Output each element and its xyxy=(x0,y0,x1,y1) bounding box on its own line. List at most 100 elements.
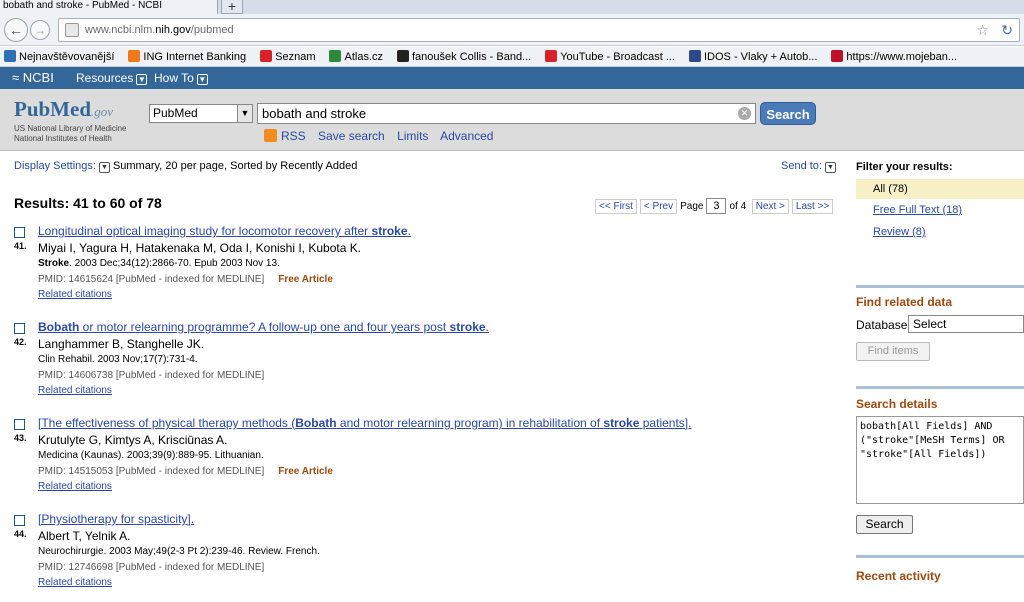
result-title-link[interactable]: [The effectiveness of physical therapy m… xyxy=(38,416,691,430)
result-number: 41. xyxy=(14,241,27,251)
database-label: Database: xyxy=(856,318,911,332)
result-checkbox[interactable] xyxy=(14,227,25,238)
prev-page-button[interactable]: < Prev xyxy=(639,199,678,214)
filter-review[interactable]: Review (8) xyxy=(873,226,926,238)
site-identity-icon[interactable] xyxy=(65,23,79,37)
page-number-input[interactable]: 3 xyxy=(706,198,727,214)
limits-link[interactable]: Limits xyxy=(397,129,428,143)
related-citations-link[interactable]: Related citations xyxy=(38,577,112,588)
related-citations-link[interactable]: Related citations xyxy=(38,289,112,300)
search-input[interactable]: bobath and stroke ✕ xyxy=(257,103,756,124)
bookmark-item[interactable]: IDOS - Vlaky + Autob... xyxy=(685,47,818,66)
advanced-link[interactable]: Advanced xyxy=(440,129,493,143)
back-button[interactable]: ← xyxy=(4,18,28,42)
divider xyxy=(856,386,1024,389)
search-details-textarea[interactable]: bobath[All Fields] AND ("stroke"[MeSH Te… xyxy=(856,416,1024,504)
reload-icon[interactable]: ↻ xyxy=(1001,22,1013,39)
result-item: 42. Bobath or motor relearning programme?… xyxy=(14,320,834,410)
result-checkbox[interactable] xyxy=(14,323,25,334)
result-citation: Clin Rehabil. 2003 Nov;17(7):731-4. xyxy=(38,354,198,365)
url-text[interactable]: www.ncbi.nlm.nih.gov/pubmed xyxy=(85,24,234,36)
result-title-link[interactable]: [Physiotherapy for spasticity]. xyxy=(38,512,194,526)
result-title-link[interactable]: Bobath or motor relearning programme? A … xyxy=(38,320,489,334)
result-title-part: [Physiotherapy for spasticity]. xyxy=(38,512,195,526)
result-title-part: stroke xyxy=(449,320,486,334)
chevron-down-icon: ▼ xyxy=(136,74,148,85)
rss-link[interactable]: RSS xyxy=(281,129,306,143)
new-tab-button[interactable]: + xyxy=(221,0,243,14)
send-to-link[interactable]: Send to: xyxy=(781,160,822,172)
forward-button[interactable]: → xyxy=(30,20,50,40)
bookmark-favicon-icon xyxy=(128,50,141,62)
result-pmid-text: PMID: 12746698 [PubMed - indexed for MED… xyxy=(38,562,265,573)
bookmark-item[interactable]: Nejnavštěvovanější xyxy=(0,47,115,66)
free-article-link[interactable]: Free Article xyxy=(278,274,333,285)
result-authors: Langhammer B, Stanghelle JK. xyxy=(38,337,205,351)
result-checkbox[interactable] xyxy=(14,419,25,430)
result-citation: Medicina (Kaunas). 2003;39(9):889-95. Li… xyxy=(38,450,264,461)
result-title-part: stroke xyxy=(603,416,640,430)
chevron-down-icon[interactable]: ▼ xyxy=(98,162,110,173)
next-page-button[interactable]: Next > xyxy=(751,199,789,214)
rss-icon[interactable] xyxy=(264,129,277,142)
result-source: Neurochirurgie. 2003 May;49(2-3 Pt 2):23… xyxy=(38,546,320,557)
search-button[interactable]: Search xyxy=(760,102,816,125)
result-pmid: PMID: 14606738 [PubMed - indexed for MED… xyxy=(38,370,264,381)
result-title-part: or motor relearning programme? A follow-… xyxy=(79,320,450,334)
last-page-button[interactable]: Last >> xyxy=(791,199,834,214)
bookmark-label: Nejnavštěvovanější xyxy=(19,51,115,63)
result-title-part: Bobath xyxy=(295,416,337,430)
result-pmid: PMID: 14615624 [PubMed - indexed for MED… xyxy=(38,274,333,285)
free-article-link[interactable]: Free Article xyxy=(278,466,333,477)
bookmark-label: IDOS - Vlaky + Autob... xyxy=(704,51,818,63)
pubmed-header: PubMed.gov US National Library of Medici… xyxy=(0,89,1024,151)
filter-all[interactable]: All (78) xyxy=(856,179,1024,199)
browser-tab-strip: bobath and stroke - PubMed - NCBI + xyxy=(0,0,1024,14)
bookmark-item[interactable]: https://www.mojeban... xyxy=(827,47,958,66)
result-pmid: PMID: 14515053 [PubMed - indexed for MED… xyxy=(38,466,333,477)
send-to[interactable]: Send to: ▼ xyxy=(781,160,839,173)
bookmark-label: https://www.mojeban... xyxy=(846,51,958,63)
result-item: 41. Longitudinal optical imaging study fo… xyxy=(14,224,834,314)
clear-icon[interactable]: ✕ xyxy=(738,107,751,120)
search-details-button[interactable]: Search xyxy=(856,515,913,534)
filter-free-full-text[interactable]: Free Full Text (18) xyxy=(873,204,962,216)
pubmed-subtitle: US National Library of Medicine National … xyxy=(14,124,127,143)
browser-tab[interactable]: bobath and stroke - PubMed - NCBI xyxy=(0,0,218,14)
result-authors: Miyai I, Yagura H, Hatakenaka M, Oda I, … xyxy=(38,241,362,255)
bookmark-favicon-icon xyxy=(329,50,342,62)
find-items-button[interactable]: Find items xyxy=(856,342,930,361)
pubmed-logo[interactable]: PubMed.gov xyxy=(14,97,113,122)
first-page-button[interactable]: << First xyxy=(595,199,637,214)
bookmark-label: fanoušek Collis - Band... xyxy=(412,51,532,63)
save-search-link[interactable]: Save search xyxy=(318,129,385,143)
bookmark-item[interactable]: ING Internet Banking xyxy=(124,47,246,66)
display-settings-link[interactable]: Display Settings: xyxy=(14,160,96,172)
bookmark-item[interactable]: YouTube - Broadcast ... xyxy=(541,47,675,66)
bookmark-item[interactable]: fanoušek Collis - Band... xyxy=(393,47,532,66)
related-citations-link[interactable]: Related citations xyxy=(38,385,112,396)
result-title-part: stroke xyxy=(371,224,408,238)
search-details-title: Search details xyxy=(856,397,938,411)
related-database-select[interactable]: Select xyxy=(908,315,1024,333)
howto-menu[interactable]: How To ▼ xyxy=(154,71,208,85)
bookmark-favicon-icon xyxy=(397,50,409,62)
bookmark-item[interactable]: Seznam xyxy=(256,47,315,66)
bookmark-star-icon[interactable]: ☆ xyxy=(976,22,989,39)
bookmark-favicon-icon xyxy=(4,50,16,62)
bookmark-favicon-icon xyxy=(260,50,273,62)
divider xyxy=(856,285,1024,288)
database-select[interactable]: PubMed ▼ xyxy=(149,104,253,123)
address-bar[interactable]: www.ncbi.nlm.nih.gov/pubmed ☆ ↻ xyxy=(58,18,1020,42)
result-title-link[interactable]: Longitudinal optical imaging study for l… xyxy=(38,224,411,238)
result-authors: Albert T, Yelnik A. xyxy=(38,529,131,543)
bookmark-label: YouTube - Broadcast ... xyxy=(560,51,675,63)
result-checkbox[interactable] xyxy=(14,515,25,526)
chevron-down-icon[interactable]: ▼ xyxy=(824,162,836,173)
related-citations-link[interactable]: Related citations xyxy=(38,481,112,492)
resources-menu[interactable]: Resources ▼ xyxy=(76,71,148,85)
result-title-part: [The effectiveness of physical therapy m… xyxy=(38,416,296,430)
result-title-part: Longitudinal optical imaging study for l… xyxy=(38,224,372,238)
ncbi-logo[interactable]: ≈ NCBI xyxy=(12,70,54,85)
bookmark-item[interactable]: Atlas.cz xyxy=(325,47,383,66)
